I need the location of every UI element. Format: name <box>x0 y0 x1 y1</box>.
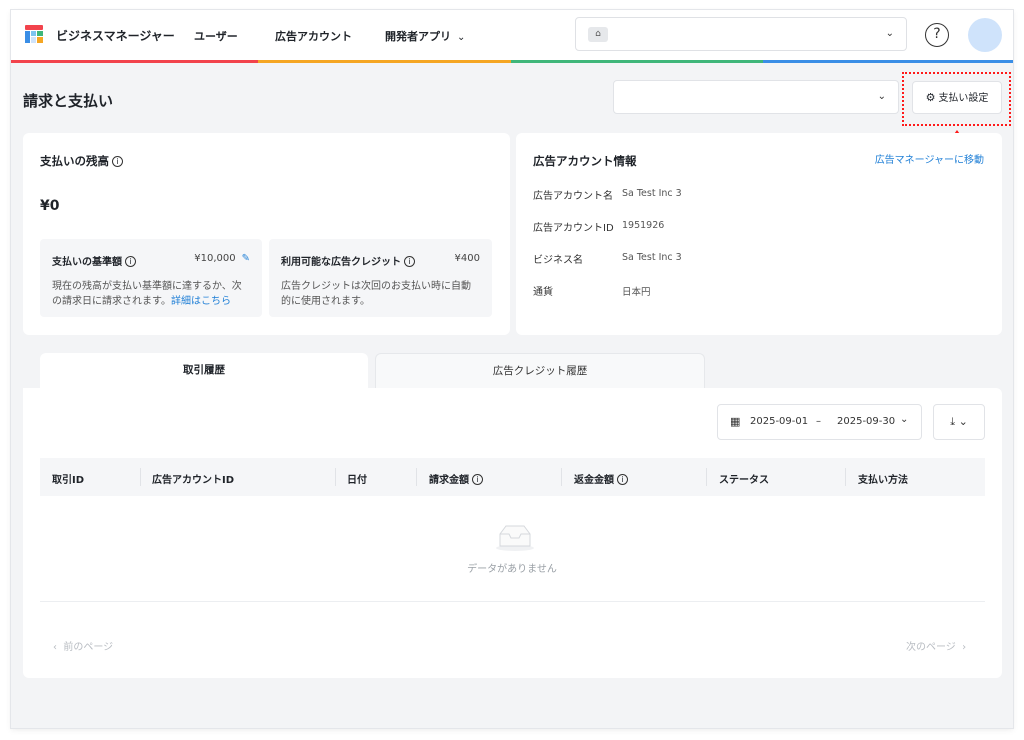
empty-inbox-icon <box>496 525 534 551</box>
col-billing-amount-wrap: 請求金額 i <box>429 471 483 486</box>
business-name-value: Sa Test Inc 3 <box>622 252 682 263</box>
col-payment-method: 支払い方法 <box>858 475 908 486</box>
credit-description: 広告クレジットは次回のお支払い時に自動 的に使用されます。 <box>281 279 471 309</box>
info-icon[interactable]: i <box>617 474 628 485</box>
ads-manager-link[interactable]: 広告マネージャーに移動 <box>875 151 984 166</box>
column-divider <box>845 468 846 486</box>
col-billing-amount: 請求金額 <box>429 475 469 486</box>
account-select[interactable]: ⌂ ⌄ <box>575 17 907 51</box>
color-segment-red <box>11 60 258 63</box>
account-info-card: 広告アカウント情報 広告マネージャーに移動 広告アカウント名 Sa Test I… <box>516 133 1002 335</box>
date-end: 2025-09-30 <box>837 416 896 427</box>
nav-users[interactable]: ユーザー <box>194 28 238 44</box>
color-segment-orange <box>258 60 511 63</box>
app-window: ビジネスマネージャー ユーザー 広告アカウント 開発者アプリ ⌄ ⌂ ⌄ ? 請求… <box>11 10 1013 728</box>
threshold-value-wrap: ¥10,000 ✎ <box>194 253 250 264</box>
account-name-value: Sa Test Inc 3 <box>622 188 682 199</box>
credit-box: 利用可能な広告クレジット i ¥400 広告クレジットは次回のお支払い時に自動 的… <box>269 239 492 317</box>
color-segment-green <box>511 60 763 63</box>
user-avatar[interactable] <box>968 18 1002 52</box>
info-icon[interactable]: i <box>112 156 123 167</box>
tab-ad-credit-history[interactable]: 広告クレジット履歴 <box>375 353 705 389</box>
account-name-key: 広告アカウント名 <box>533 191 613 202</box>
threshold-label: 支払いの基準額 <box>52 257 122 268</box>
account-info-title: 広告アカウント情報 <box>533 154 637 168</box>
page-title: 請求と支払い <box>23 92 114 110</box>
credit-label: 利用可能な広告クレジット <box>281 257 401 268</box>
info-icon[interactable]: i <box>404 256 415 267</box>
nav-developer-apps[interactable]: 開発者アプリ ⌄ <box>385 28 465 44</box>
nav-developer-apps-label: 開発者アプリ <box>385 30 451 43</box>
business-name-key: ビジネス名 <box>533 255 583 266</box>
brand-color-line <box>11 60 1013 63</box>
credit-label-wrap: 利用可能な広告クレジット i <box>281 253 415 268</box>
balance-card: 支払いの残高 i ¥0 支払いの基準額 i ¥10,000 ✎ 現在の残高が支払い基準… <box>23 133 510 335</box>
calendar-icon: ▦ <box>730 415 741 428</box>
date-start: 2025-09-01 <box>750 416 809 427</box>
color-segment-blue <box>763 60 1013 63</box>
chevron-down-icon: ⌄ <box>877 91 886 102</box>
prev-page-button[interactable]: ‹ 前のページ <box>53 638 113 653</box>
balance-amount: ¥0 <box>40 198 60 214</box>
logo-icon <box>25 25 43 43</box>
chevron-down-icon: ⌄ <box>457 32 466 43</box>
date-range-picker[interactable]: ▦ 2025-09-01 – 2025-09-30 ⌄ <box>717 404 922 440</box>
currency-key: 通貨 <box>533 287 553 298</box>
credit-desc-line1: 広告クレジットは次回のお支払い時に自動 <box>281 281 471 292</box>
top-bar: ビジネスマネージャー ユーザー 広告アカウント 開発者アプリ ⌄ ⌂ ⌄ ? <box>11 10 1013 61</box>
download-icon: ⤓ <box>950 415 956 428</box>
date-separator: – <box>816 416 821 427</box>
table-bottom-divider <box>40 601 985 602</box>
brand-name: ビジネスマネージャー <box>56 29 175 43</box>
learn-more-link[interactable]: 詳細はこちら <box>171 296 231 307</box>
info-icon[interactable]: i <box>472 474 483 485</box>
chevron-down-icon: ⌄ <box>900 414 909 425</box>
help-glyph: ? <box>933 26 941 42</box>
credit-value: ¥400 <box>454 253 480 264</box>
download-button[interactable]: ⤓ ⌄ <box>933 404 985 440</box>
col-refund-amount-wrap: 返金金額 i <box>574 471 628 486</box>
account-avatar-icon: ⌂ <box>588 27 608 42</box>
edit-icon[interactable]: ✎ <box>242 253 250 264</box>
col-date: 日付 <box>347 475 367 486</box>
chevron-left-icon: ‹ <box>53 642 57 653</box>
chevron-down-icon: ⌄ <box>885 28 894 39</box>
nav-ad-accounts[interactable]: 広告アカウント <box>275 28 352 44</box>
info-icon[interactable]: i <box>125 256 136 267</box>
prev-page-label: 前のページ <box>63 642 114 653</box>
col-status: ステータス <box>719 475 769 486</box>
balance-card-title: 支払いの残高 i <box>40 153 123 169</box>
chevron-down-icon: ⌄ <box>958 415 968 428</box>
column-divider <box>416 468 417 486</box>
threshold-box: 支払いの基準額 i ¥10,000 ✎ 現在の残高が支払い基準額に達するか、次 の請… <box>40 239 262 317</box>
empty-state-text: データがありません <box>467 564 557 575</box>
table-header: 取引ID 広告アカウントID 日付 請求金額 i 返金金額 i ステータス 支払い方… <box>40 458 985 496</box>
balance-title-text: 支払いの残高 <box>40 154 109 168</box>
credit-desc-line2: 的に使用されます。 <box>281 296 370 307</box>
account-id-value: 1951926 <box>622 220 665 231</box>
col-refund-amount: 返金金額 <box>574 475 614 486</box>
help-icon[interactable]: ? <box>925 23 949 47</box>
threshold-label-wrap: 支払いの基準額 i <box>52 253 136 268</box>
highlight-box <box>902 72 1011 126</box>
threshold-desc-line1: 現在の残高が支払い基準額に達するか、次 <box>52 281 242 292</box>
column-divider <box>706 468 707 486</box>
currency-value: 日本円 <box>622 287 651 298</box>
tab-transaction-history[interactable]: 取引履歴 <box>40 353 368 389</box>
next-page-label: 次のページ <box>906 642 956 653</box>
threshold-desc-line2: の請求日に請求されます。 <box>52 296 171 307</box>
column-divider <box>335 468 336 486</box>
threshold-description: 現在の残高が支払い基準額に達するか、次 の請求日に請求されます。詳細はこちら <box>52 279 242 309</box>
col-transaction-id: 取引ID <box>52 475 85 486</box>
threshold-value: ¥10,000 <box>194 253 236 264</box>
column-divider <box>140 468 141 486</box>
col-ad-account-id: 広告アカウントID <box>152 475 235 486</box>
account-id-key: 広告アカウントID <box>533 223 614 234</box>
filter-select[interactable]: ⌄ <box>613 80 899 114</box>
column-divider <box>561 468 562 486</box>
chevron-right-icon: › <box>962 642 967 653</box>
next-page-button[interactable]: 次のページ › <box>906 638 966 653</box>
